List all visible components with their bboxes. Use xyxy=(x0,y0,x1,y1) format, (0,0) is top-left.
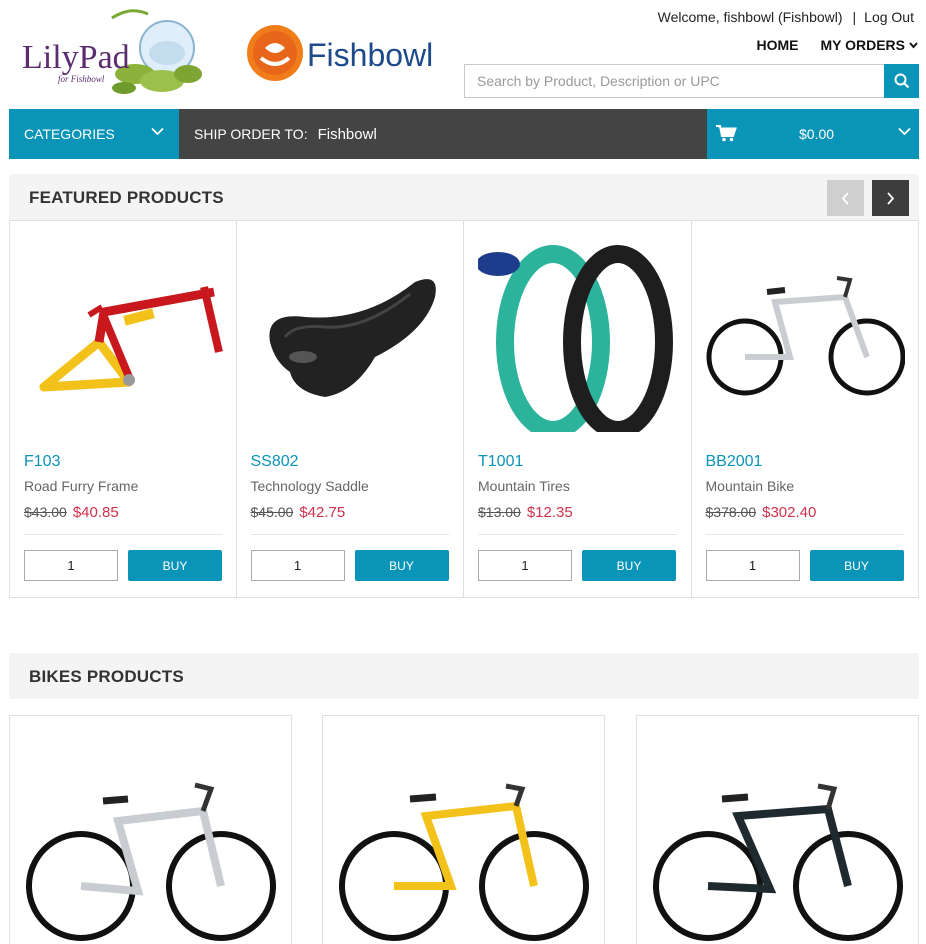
welcome-text: Welcome, fishbowl (Fishbowl) xyxy=(657,9,843,25)
search-icon xyxy=(894,73,909,89)
chevron-right-icon xyxy=(887,191,895,205)
toolbar: CATEGORIES SHIP ORDER TO: Fishbowl $0.00 xyxy=(9,109,919,159)
divider xyxy=(705,534,904,535)
nav-my-orders-label: MY ORDERS xyxy=(820,37,905,53)
product-sale-price: $302.40 xyxy=(762,504,817,521)
search-button[interactable] xyxy=(884,64,919,98)
featured-products-list: F103 Road Furry Frame $43.00 $40.85 BUY S… xyxy=(9,220,919,598)
product-image-mountain-bike[interactable] xyxy=(704,237,907,437)
quantity-input[interactable] xyxy=(250,550,345,581)
site-header: LilyPad for Fishbowl Fishbowl Welcome, f… xyxy=(0,0,926,108)
product-sku-link[interactable]: BB2001 xyxy=(706,453,763,471)
product-name: Mountain Tires xyxy=(478,478,570,494)
product-sale-price: $12.35 xyxy=(526,504,573,521)
product-card xyxy=(636,715,919,944)
buy-button[interactable]: BUY xyxy=(582,550,676,581)
shopping-cart-icon xyxy=(716,125,737,142)
ship-order-to-label: SHIP ORDER TO: xyxy=(194,126,308,142)
carousel-prev-button[interactable] xyxy=(827,180,864,216)
chevron-down-icon xyxy=(898,127,911,136)
product-old-price: $13.00 xyxy=(478,504,521,520)
featured-products-title: FEATURED PRODUCTS xyxy=(29,188,224,207)
chevron-left-icon xyxy=(841,191,849,205)
product-name: Technology Saddle xyxy=(250,478,369,494)
cart-dropdown[interactable]: $0.00 xyxy=(707,109,919,159)
buy-button[interactable]: BUY xyxy=(128,550,222,581)
separator: | xyxy=(852,9,857,25)
product-price: $378.00 $302.40 xyxy=(706,504,817,521)
buy-button[interactable]: BUY xyxy=(809,550,904,581)
product-sale-price: $42.75 xyxy=(299,504,346,521)
logout-link[interactable]: Log Out xyxy=(864,9,914,25)
quantity-input[interactable] xyxy=(24,550,118,581)
featured-products-header: FEATURED PRODUCTS xyxy=(9,174,919,220)
divider xyxy=(478,534,677,535)
product-image-yellow-bike[interactable] xyxy=(335,776,593,944)
quantity-input[interactable] xyxy=(705,550,800,581)
nav-my-orders-dropdown[interactable]: MY ORDERS xyxy=(820,37,918,53)
quantity-input[interactable] xyxy=(478,550,572,581)
search-bar xyxy=(464,64,919,98)
user-welcome-line: Welcome, fishbowl (Fishbowl) | Log Out xyxy=(658,9,914,25)
product-sku-link[interactable]: SS802 xyxy=(251,453,299,471)
product-image-tires[interactable] xyxy=(476,237,679,437)
lilypad-logo[interactable]: LilyPad for Fishbowl xyxy=(20,8,205,100)
product-image-bike-frame[interactable] xyxy=(22,237,225,437)
fishbowl-logo[interactable]: Fishbowl xyxy=(245,22,450,84)
product-image-silver-bike[interactable] xyxy=(22,776,280,944)
product-name: Road Furry Frame xyxy=(24,478,139,494)
nav-home-link[interactable]: HOME xyxy=(756,37,798,53)
bikes-products-header: BIKES PRODUCTS xyxy=(9,653,919,699)
product-price: $13.00 $12.35 xyxy=(478,504,573,521)
carousel-next-button[interactable] xyxy=(872,180,909,216)
search-input[interactable] xyxy=(464,64,884,98)
divider xyxy=(24,534,222,535)
product-card: SS802 Technology Saddle $45.00 $42.75 BUY xyxy=(236,220,464,598)
product-old-price: $43.00 xyxy=(24,504,67,520)
ship-order-to-value: Fishbowl xyxy=(317,125,377,143)
ship-order-to[interactable]: SHIP ORDER TO: Fishbowl xyxy=(179,109,707,159)
product-sku-link[interactable]: F103 xyxy=(24,453,60,471)
product-price: $45.00 $42.75 xyxy=(251,504,346,521)
product-card: F103 Road Furry Frame $43.00 $40.85 BUY xyxy=(9,220,237,598)
divider xyxy=(250,534,449,535)
product-sale-price: $40.85 xyxy=(72,504,119,521)
buy-button[interactable]: BUY xyxy=(354,550,449,581)
bikes-products-title: BIKES PRODUCTS xyxy=(29,667,184,686)
lilypad-logo-text: LilyPad xyxy=(22,39,130,76)
lilypad-logo-subtext: for Fishbowl xyxy=(58,74,105,84)
fishbowl-logo-text: Fishbowl xyxy=(307,37,433,73)
product-card xyxy=(9,715,292,944)
product-card: BB2001 Mountain Bike $378.00 $302.40 BUY xyxy=(691,220,919,598)
categories-label: CATEGORIES xyxy=(24,126,115,142)
categories-dropdown[interactable]: CATEGORIES xyxy=(9,109,179,159)
product-card xyxy=(322,715,605,944)
product-old-price: $378.00 xyxy=(705,504,757,520)
product-card: T1001 Mountain Tires $13.00 $12.35 BUY xyxy=(464,220,692,598)
product-sku-link[interactable]: T1001 xyxy=(478,453,523,471)
product-name: Mountain Bike xyxy=(705,478,795,494)
product-old-price: $45.00 xyxy=(250,504,294,520)
chevron-down-icon xyxy=(909,41,918,49)
product-image-black-bike[interactable] xyxy=(649,776,907,944)
bikes-products-list xyxy=(9,715,919,944)
product-image-saddle[interactable] xyxy=(249,237,452,437)
cart-total: $0.00 xyxy=(799,126,835,142)
product-price: $43.00 $40.85 xyxy=(24,504,119,521)
chevron-down-icon xyxy=(151,127,164,136)
main-nav: HOME MY ORDERS xyxy=(756,37,918,53)
